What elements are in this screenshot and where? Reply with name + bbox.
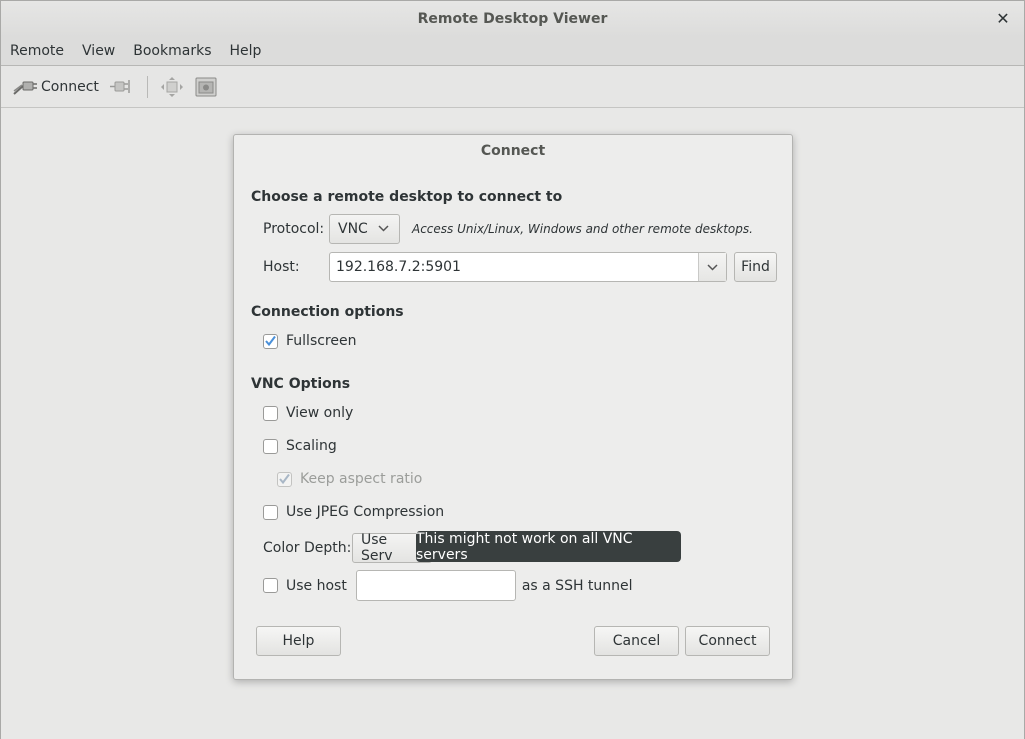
menu-remote[interactable]: Remote	[1, 43, 73, 59]
menu-bar: Remote View Bookmarks Help	[1, 37, 1024, 66]
use-host-checkbox[interactable]	[263, 578, 278, 593]
keep-aspect-label: Keep aspect ratio	[300, 471, 423, 487]
scaling-label[interactable]: Scaling	[286, 438, 337, 454]
chevron-down-icon	[378, 224, 389, 235]
use-host-label[interactable]: Use host	[286, 578, 347, 594]
connect-icon	[13, 75, 37, 99]
disconnect-icon	[109, 75, 133, 99]
menu-view[interactable]: View	[73, 43, 124, 59]
host-dropdown-button[interactable]	[698, 253, 726, 281]
keep-aspect-row: Keep aspect ratio	[277, 471, 422, 487]
toolbar-connect-label: Connect	[41, 78, 99, 95]
jpeg-checkbox[interactable]	[263, 504, 278, 520]
help-button[interactable]: Help	[256, 626, 341, 656]
host-input[interactable]: 192.168.7.2:5901	[330, 259, 698, 275]
tooltip: This might not work on all VNC servers	[416, 531, 681, 563]
choose-heading: Choose a remote desktop to connect to	[251, 189, 563, 205]
toolbar-fullscreen-button[interactable]	[158, 72, 186, 102]
connect-dialog: Connect Choose a remote desktop to conne…	[233, 134, 793, 680]
toolbar-disconnect-button[interactable]	[107, 72, 135, 102]
connect-button[interactable]: Connect	[685, 626, 770, 656]
checkmark-icon	[279, 473, 290, 485]
host-combo[interactable]: 192.168.7.2:5901	[329, 252, 727, 282]
host-row: Host: 192.168.7.2:5901 Find	[263, 252, 777, 282]
find-button[interactable]: Find	[734, 252, 777, 282]
jpeg-row: Use JPEG Compression	[263, 504, 444, 520]
toolbar-connect-button[interactable]: Connect	[11, 72, 101, 102]
view-only-label[interactable]: View only	[286, 405, 353, 421]
screenshot-icon	[194, 75, 218, 99]
color-depth-label: Color Depth:	[263, 540, 352, 556]
vnc-options-heading: VNC Options	[251, 376, 351, 392]
ssh-suffix-label: as a SSH tunnel	[521, 577, 633, 594]
ssh-row: Use host as a SSH tunnel	[263, 570, 633, 601]
host-label: Host:	[263, 259, 300, 275]
jpeg-label[interactable]: Use JPEG Compression	[286, 504, 444, 520]
protocol-row: Protocol: VNC Access Unix/Linux, Windows…	[263, 214, 753, 244]
menu-bookmarks[interactable]: Bookmarks	[124, 43, 220, 59]
menu-help[interactable]: Help	[220, 43, 270, 59]
color-depth-value: Use Serv	[361, 532, 393, 564]
protocol-value: VNC	[338, 221, 368, 237]
fullscreen-checkbox[interactable]	[263, 333, 278, 349]
view-only-checkbox[interactable]	[263, 405, 278, 421]
scaling-checkbox[interactable]	[263, 438, 278, 454]
protocol-label: Protocol:	[263, 221, 325, 237]
close-icon[interactable]: ✕	[994, 9, 1012, 28]
toolbar-separator	[146, 75, 148, 98]
toolbar: Connect	[1, 66, 1024, 108]
checkmark-icon	[265, 335, 276, 347]
dialog-title: Connect	[480, 143, 546, 159]
color-depth-row: Color Depth: Use Serv	[263, 532, 432, 564]
window-title: Remote Desktop Viewer	[417, 11, 608, 27]
keep-aspect-checkbox	[277, 471, 292, 487]
fullscreen-row: Fullscreen	[263, 333, 356, 349]
title-bar[interactable]: Remote Desktop Viewer ✕	[1, 1, 1024, 37]
toolbar-screenshot-button[interactable]	[192, 72, 220, 102]
fullscreen-label[interactable]: Fullscreen	[286, 333, 356, 349]
cancel-button[interactable]: Cancel	[594, 626, 679, 656]
protocol-hint: Access Unix/Linux, Windows and other rem…	[412, 222, 753, 236]
connection-options-heading: Connection options	[251, 304, 404, 320]
scaling-row: Scaling	[263, 438, 337, 454]
view-only-row: View only	[263, 405, 353, 421]
ssh-host-input[interactable]	[355, 570, 516, 601]
protocol-select[interactable]: VNC	[329, 214, 400, 244]
fullscreen-icon	[160, 75, 184, 99]
chevron-down-icon	[707, 263, 718, 271]
